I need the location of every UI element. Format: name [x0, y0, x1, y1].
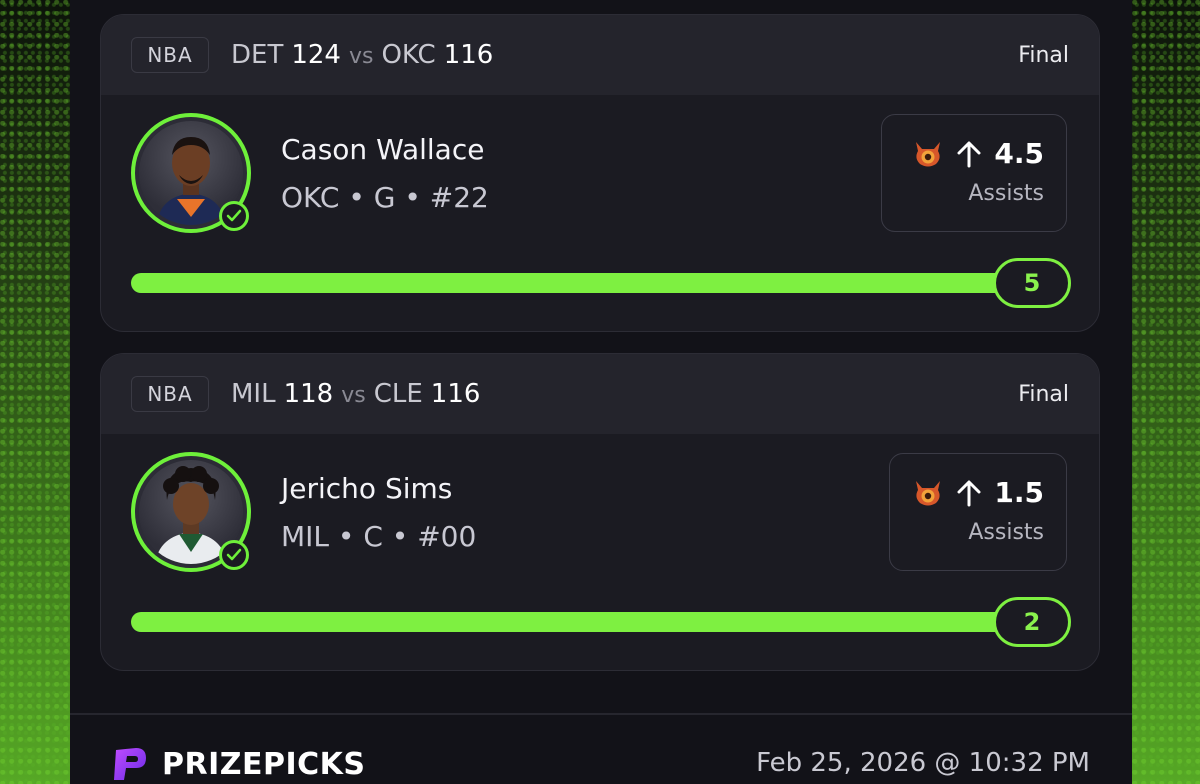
entry-panel: NBA DET 124 vs OKC 116 Final Cason Walla…: [70, 0, 1132, 784]
arrow-up-icon: [957, 141, 981, 167]
result-value: 5: [993, 258, 1071, 308]
entry-timestamp: Feb 25, 2026 @ 10:32 PM: [756, 748, 1090, 778]
prizepicks-logo-icon: [114, 748, 146, 780]
progress-bar: [131, 273, 1031, 293]
player-meta: MIL • C • #00: [281, 520, 477, 553]
projection-line: 1.5: [994, 476, 1044, 509]
home-score: 116: [430, 379, 481, 409]
background-right-edge: [1132, 0, 1200, 784]
away-score: 124: [291, 40, 341, 70]
stat-type: Assists: [968, 520, 1044, 545]
game-score: MIL 118 vs CLE 116: [231, 379, 480, 409]
game-score: DET 124 vs OKC 116: [231, 40, 493, 70]
home-team: CLE: [373, 379, 423, 409]
check-icon: [219, 201, 249, 231]
brand-logo: PRIZEPICKS: [110, 744, 366, 784]
arrow-up-icon: [957, 480, 981, 506]
away-team: MIL: [231, 379, 276, 409]
vs-label: vs: [341, 383, 366, 408]
home-score: 116: [443, 40, 494, 70]
result-value: 2: [993, 597, 1071, 647]
game-header: NBA MIL 118 vs CLE 116 Final: [101, 354, 1099, 434]
away-score: 118: [283, 379, 334, 409]
demon-icon: [916, 480, 941, 505]
vs-label: vs: [348, 44, 374, 69]
brand-name: PRIZEPICKS: [162, 746, 366, 782]
demon-icon: [916, 141, 941, 166]
stat-type: Assists: [968, 181, 1044, 206]
player-avatar[interactable]: [131, 113, 251, 233]
pick-card[interactable]: NBA MIL 118 vs CLE 116 Final Jericho Sim…: [100, 353, 1100, 671]
player-name: Jericho Sims: [281, 472, 453, 505]
game-status: Final: [1018, 381, 1069, 407]
league-badge: NBA: [131, 37, 209, 73]
projection-box: 1.5 Assists: [889, 453, 1067, 571]
game-header: NBA DET 124 vs OKC 116 Final: [101, 15, 1099, 95]
progress-bar: [131, 612, 1031, 632]
player-name: Cason Wallace: [281, 133, 485, 166]
projection-line: 4.5: [994, 137, 1044, 170]
player-meta: OKC • G • #22: [281, 181, 489, 214]
pick-card[interactable]: NBA DET 124 vs OKC 116 Final Cason Walla…: [100, 14, 1100, 332]
game-status: Final: [1018, 42, 1069, 68]
footer-divider: [70, 713, 1132, 715]
projection-box: 4.5 Assists: [881, 114, 1067, 232]
league-badge: NBA: [131, 376, 209, 412]
player-avatar[interactable]: [131, 452, 251, 572]
home-team: OKC: [381, 40, 436, 70]
background-left-edge: [0, 0, 70, 784]
check-icon: [219, 540, 249, 570]
away-team: DET: [231, 40, 284, 70]
